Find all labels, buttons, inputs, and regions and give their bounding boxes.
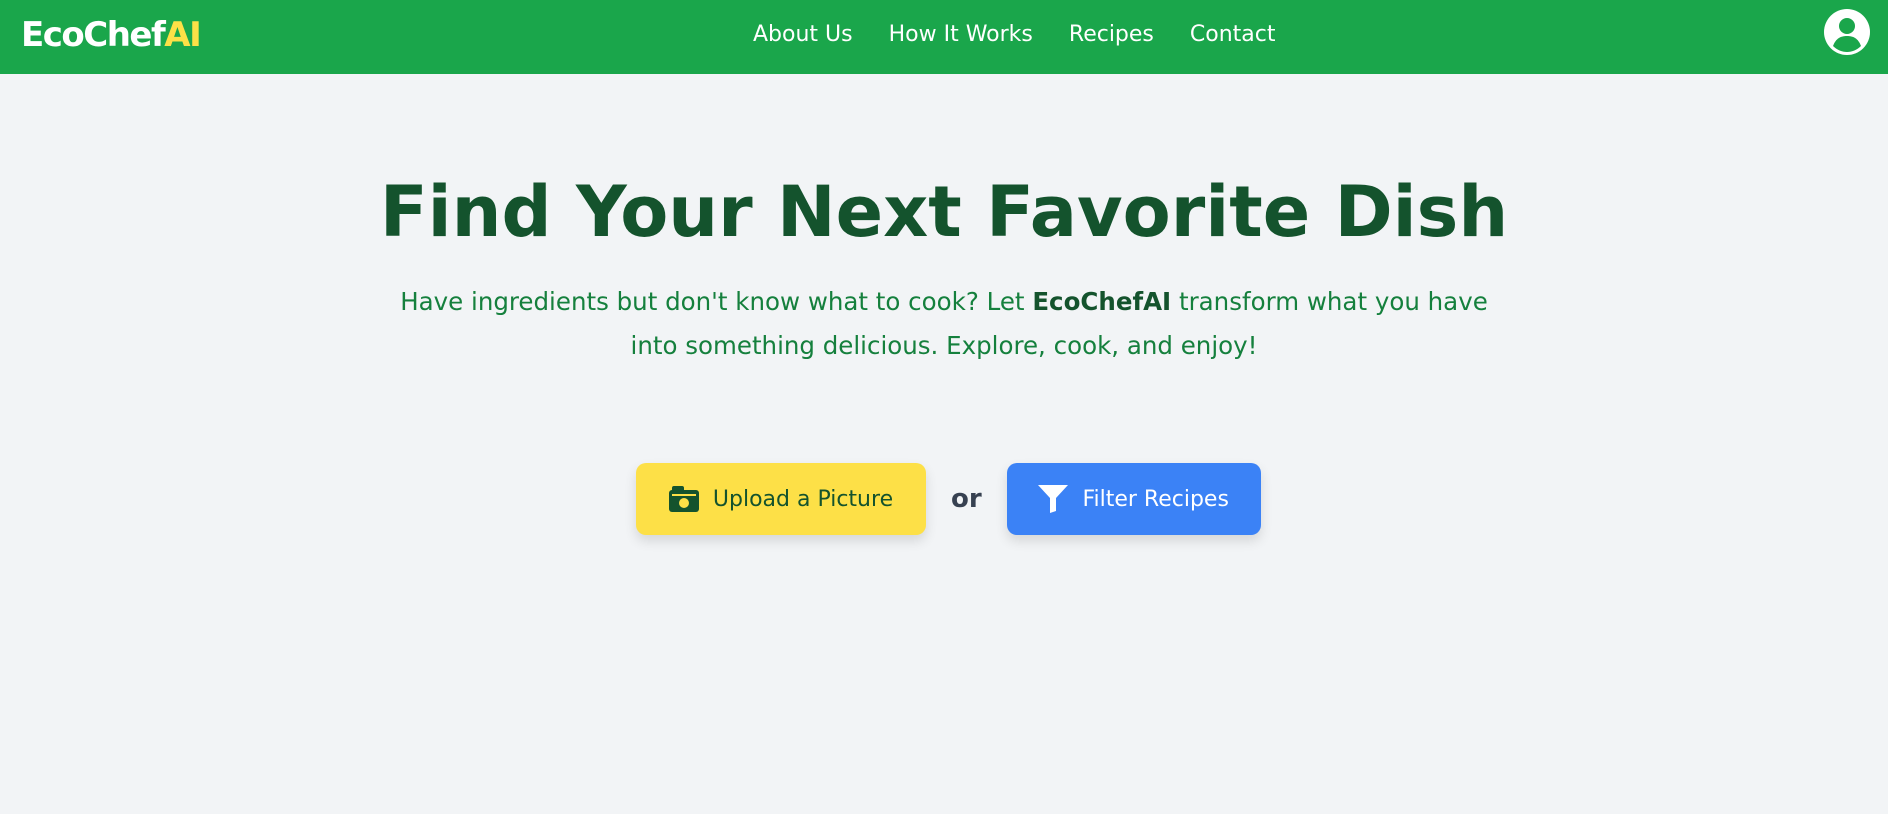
user-circle-icon bbox=[1824, 9, 1870, 55]
hero-subtitle-intro: Have ingredients but don't know what to … bbox=[400, 287, 1033, 316]
hero-title: Find Your Next Favorite Dish bbox=[379, 171, 1509, 253]
filter-recipes-label: Filter Recipes bbox=[1082, 486, 1229, 512]
hero-subtitle: Have ingredients but don't know what to … bbox=[384, 280, 1504, 368]
main-nav: About Us How It Works Recipes Contact bbox=[753, 20, 1276, 50]
upload-picture-button[interactable]: Upload a Picture bbox=[636, 463, 926, 535]
top-navbar: EcoChefAI About Us How It Works Recipes … bbox=[0, 0, 1888, 74]
profile-button[interactable] bbox=[1824, 9, 1870, 55]
camera-icon bbox=[668, 486, 699, 512]
nav-about-us[interactable]: About Us bbox=[753, 20, 853, 50]
filter-icon bbox=[1038, 485, 1069, 513]
or-separator: or bbox=[951, 484, 982, 514]
nav-recipes[interactable]: Recipes bbox=[1069, 20, 1154, 50]
filter-recipes-button[interactable]: Filter Recipes bbox=[1006, 463, 1261, 535]
brand-name: EcoChef bbox=[21, 15, 166, 55]
nav-how-it-works[interactable]: How It Works bbox=[889, 20, 1033, 50]
brand-logo[interactable]: EcoChefAI bbox=[21, 14, 202, 56]
upload-picture-label: Upload a Picture bbox=[712, 486, 894, 512]
brand-accent: AI bbox=[164, 15, 201, 55]
nav-contact[interactable]: Contact bbox=[1190, 20, 1276, 50]
hero-subtitle-brand: EcoChefAI bbox=[1032, 287, 1172, 316]
hero-actions: Upload a Picture or Filter Recipes bbox=[636, 463, 1261, 535]
